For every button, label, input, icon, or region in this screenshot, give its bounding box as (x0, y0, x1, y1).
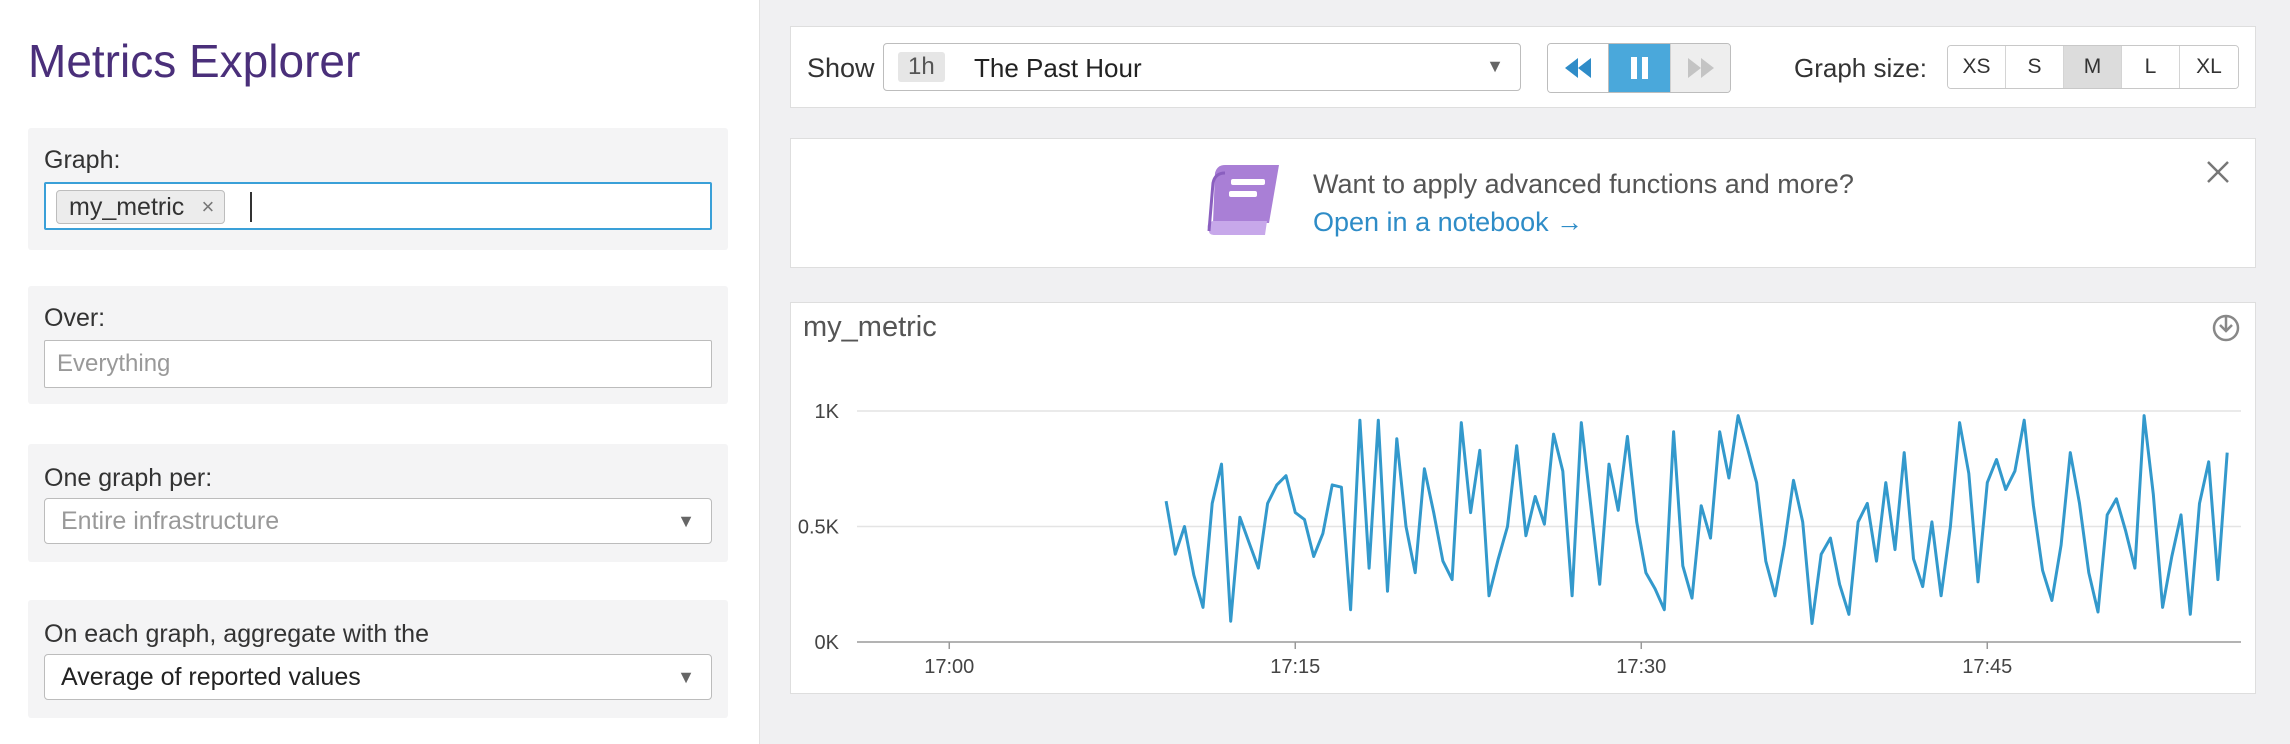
graph-size-m[interactable]: M (2064, 46, 2122, 88)
fast-forward-icon (1688, 58, 1714, 78)
query-panel: Metrics Explorer Graph: my_metric × Over… (0, 0, 760, 744)
banner-message: Want to apply advanced functions and mor… (1313, 169, 1854, 199)
chevron-down-icon: ▼ (677, 667, 695, 687)
graph-group: Graph: my_metric × (28, 128, 728, 250)
time-range-value: The Past Hour (974, 53, 1142, 83)
remove-tag-icon[interactable]: × (201, 191, 214, 223)
show-label: Show (807, 53, 875, 83)
metric-tag[interactable]: my_metric × (56, 190, 226, 224)
page-title: Metrics Explorer (28, 35, 361, 87)
over-group: Over: Everything (28, 286, 728, 404)
aggregate-value: Average of reported values (61, 663, 361, 691)
one-graph-per-label: One graph per: (44, 464, 213, 492)
playback-controls (1547, 43, 1731, 93)
fast-forward-button[interactable] (1670, 44, 1730, 92)
x-tick-label: 17:45 (1962, 656, 2012, 678)
x-tick-label: 17:30 (1616, 656, 1666, 678)
series-line (1164, 414, 2229, 625)
time-range-badge: 1h (898, 52, 945, 82)
time-toolbar: Show 1h The Past Hour ▼ Graph size: XS S M… (790, 26, 2256, 108)
chevron-down-icon: ▼ (677, 511, 695, 531)
graph-title: my_metric (803, 311, 937, 343)
one-graph-per-group: One graph per: Entire infrastructure ▼ (28, 444, 728, 562)
close-icon[interactable] (2203, 157, 2233, 187)
metric-input[interactable]: my_metric × (44, 182, 712, 230)
x-tick-label: 17:15 (1270, 656, 1320, 678)
graph-label: Graph: (44, 146, 121, 174)
y-tick-label: 1K (815, 401, 840, 423)
one-graph-per-select[interactable]: Entire infrastructure ▼ (44, 498, 712, 544)
notebook-banner: Want to apply advanced functions and mor… (790, 138, 2256, 268)
time-range-select[interactable]: 1h The Past Hour ▼ (883, 43, 1521, 91)
metric-graph: 0K 0.5K 1K 17:00 17:15 17:30 17:45 my_metric (790, 302, 2256, 694)
y-tick-label: 0K (815, 632, 840, 654)
graph-size-selector: XS S M L XL (1947, 45, 2239, 89)
pause-icon (1630, 57, 1648, 79)
graph-size-s[interactable]: S (2006, 46, 2064, 88)
download-icon[interactable] (2211, 313, 2241, 343)
graph-size-xl[interactable]: XL (2180, 46, 2238, 88)
graph-size-label: Graph size: (1794, 53, 1927, 83)
open-notebook-link[interactable]: Open in a notebook → (1313, 207, 1583, 238)
graph-size-l[interactable]: L (2122, 46, 2180, 88)
over-input[interactable]: Everything (44, 340, 712, 388)
aggregate-label: On each graph, aggregate with the (44, 620, 429, 648)
y-tick-label: 0.5K (798, 517, 840, 539)
graph-size-xs[interactable]: XS (1948, 46, 2006, 88)
over-label: Over: (44, 304, 106, 332)
rewind-button[interactable] (1548, 44, 1609, 92)
notebook-icon (1207, 165, 1279, 235)
aggregate-select[interactable]: Average of reported values ▼ (44, 654, 712, 700)
rewind-icon (1565, 58, 1591, 78)
x-tick-label: 17:00 (924, 656, 974, 678)
text-caret (250, 192, 252, 222)
aggregate-group: On each graph, aggregate with the Averag… (28, 600, 728, 718)
one-graph-per-value: Entire infrastructure (61, 507, 280, 535)
chevron-down-icon: ▼ (1486, 56, 1504, 76)
metric-tag-label: my_metric (69, 193, 185, 221)
pause-button[interactable] (1609, 44, 1670, 92)
metric-chart: 0K 0.5K 1K 17:00 17:15 17:30 17:45 (798, 401, 2241, 678)
